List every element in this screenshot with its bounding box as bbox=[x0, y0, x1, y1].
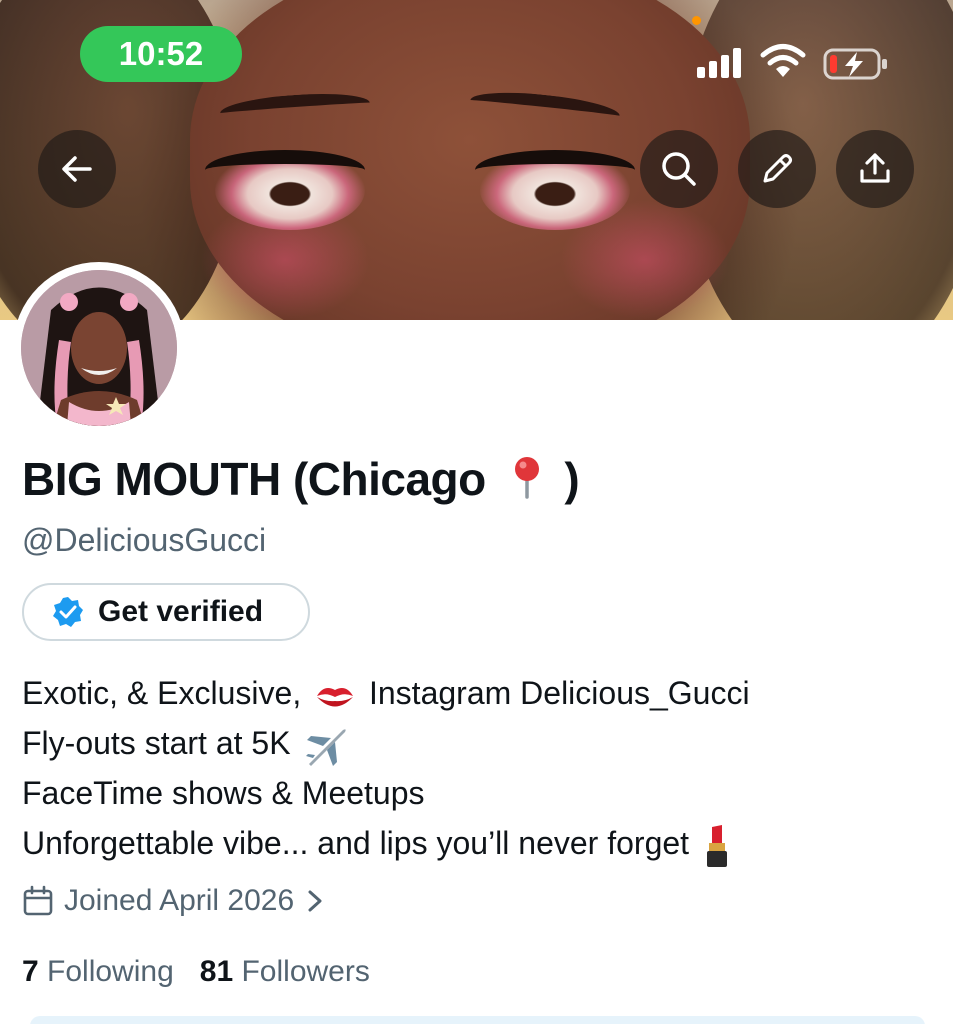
airplane-icon bbox=[306, 728, 347, 766]
profile-bio: Exotic, & Exclusive, Instagram Delicious… bbox=[22, 668, 922, 868]
calendar-icon bbox=[23, 885, 53, 916]
followers-label: Followers bbox=[241, 955, 370, 988]
following-link[interactable]: 7 Following bbox=[22, 955, 174, 989]
bio-line-4: Unforgettable vibe... and lips you’ll ne… bbox=[22, 818, 922, 868]
pencil-icon bbox=[763, 154, 792, 183]
battery-charging-icon bbox=[823, 48, 887, 80]
kiss-mark-icon bbox=[317, 687, 354, 707]
bio-line-2-text: Fly-outs start at 5K bbox=[22, 725, 291, 761]
display-name-suffix: ) bbox=[564, 453, 580, 505]
followers-link[interactable]: 81 Followers bbox=[200, 955, 370, 989]
bio-line-1: Exotic, & Exclusive, Instagram Delicious… bbox=[22, 668, 922, 718]
wifi-icon bbox=[760, 44, 806, 77]
follow-stats: 7 Following 81 Followers bbox=[22, 955, 370, 989]
bio-line-3: FaceTime shows & Meetups bbox=[22, 775, 425, 811]
bio-line-2: Fly-outs start at 5K bbox=[22, 718, 922, 768]
search-icon bbox=[662, 152, 696, 186]
followers-count: 81 bbox=[199, 955, 234, 988]
joined-date-text: Joined April 2026 bbox=[64, 884, 295, 917]
display-name: BIG MOUTH (Chicago ) bbox=[22, 452, 580, 506]
bio-line-1-text-a: Exotic, & Exclusive, bbox=[22, 675, 302, 711]
lipstick-icon bbox=[706, 824, 727, 867]
avatar[interactable] bbox=[13, 262, 185, 434]
get-verified-label: Get verified bbox=[98, 595, 264, 628]
banner-lashes-right bbox=[475, 150, 635, 190]
status-time: 10:52 bbox=[80, 26, 242, 82]
share-upload-icon bbox=[860, 153, 890, 183]
verified-badge-icon bbox=[53, 597, 83, 627]
display-name-text: BIG MOUTH (Chicago bbox=[22, 453, 486, 505]
back-button[interactable] bbox=[38, 130, 116, 208]
joined-date-row[interactable]: Joined April 2026 bbox=[22, 884, 326, 918]
next-section-card-edge bbox=[30, 1016, 925, 1024]
round-pushpin-icon bbox=[515, 457, 540, 499]
edit-profile-button[interactable] bbox=[738, 130, 816, 208]
following-label: Following bbox=[47, 955, 174, 988]
arrow-left-icon bbox=[62, 156, 92, 182]
share-button[interactable] bbox=[836, 130, 914, 208]
cellular-signal-icon bbox=[697, 48, 745, 78]
bio-line-1-text-b: Instagram Delicious_Gucci bbox=[368, 675, 750, 711]
user-handle: @DeliciousGucci bbox=[22, 522, 267, 558]
privacy-indicator-dot bbox=[692, 16, 701, 25]
get-verified-button[interactable]: Get verified bbox=[22, 583, 310, 641]
bio-line-4-text: Unforgettable vibe... and lips you’ll ne… bbox=[22, 825, 690, 861]
search-button[interactable] bbox=[640, 130, 718, 208]
chevron-right-icon bbox=[308, 890, 322, 912]
avatar-image bbox=[21, 270, 177, 426]
following-count: 7 bbox=[22, 955, 39, 988]
banner-lashes-left bbox=[205, 150, 365, 190]
